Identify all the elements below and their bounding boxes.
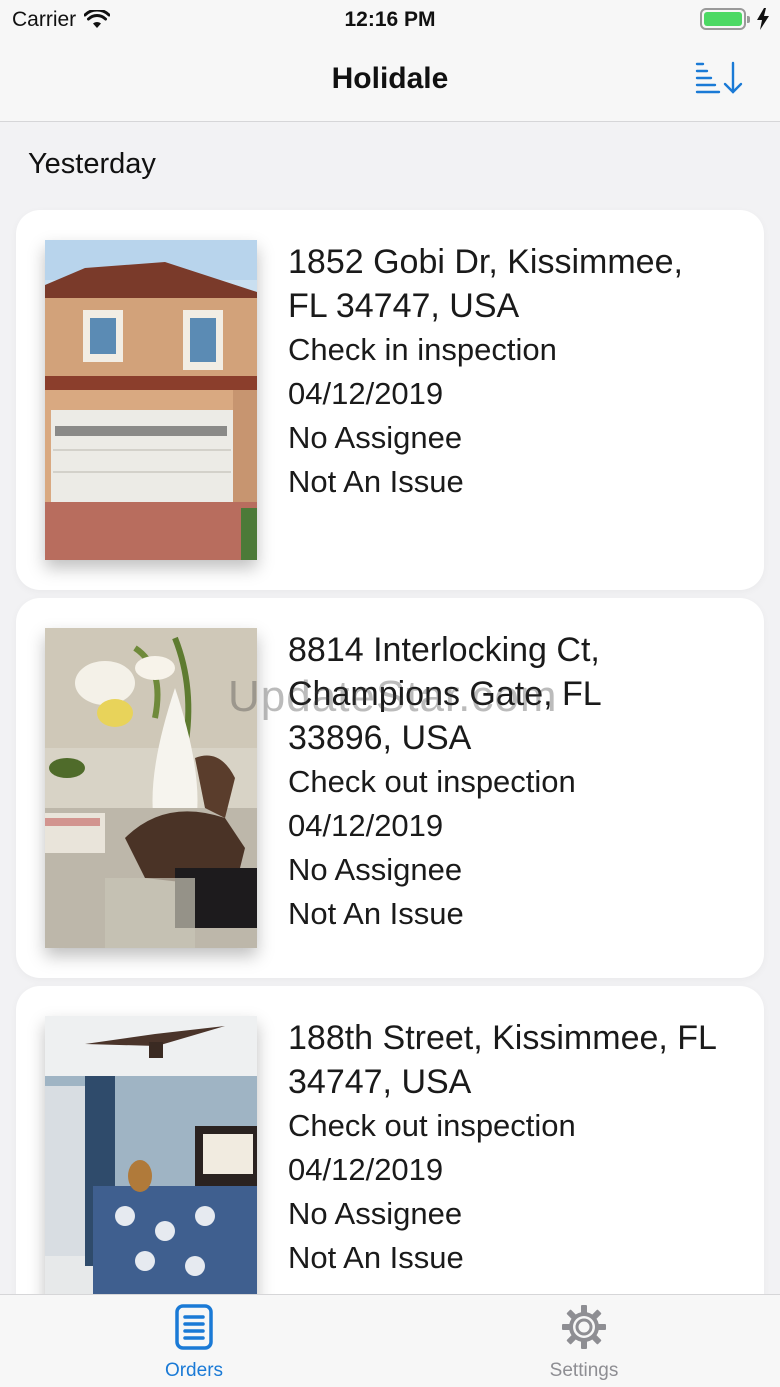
tab-orders-label: Orders — [164, 1360, 224, 1381]
property-photo — [45, 628, 257, 948]
order-date: 04/12/2019 — [288, 1152, 444, 1187]
order-address-line: 33896, USA — [288, 719, 472, 757]
order-details: 1852 Gobi Dr, Kissimmee, FL 34747, USA C… — [288, 240, 748, 504]
order-date: 04/12/2019 — [288, 808, 444, 843]
orders-icon — [175, 1304, 213, 1350]
order-inspection-type: Check out inspection — [288, 1108, 576, 1143]
property-photo — [45, 1016, 257, 1294]
order-card[interactable]: 188th Street, Kissimmee, FL 34747, USA C… — [16, 986, 764, 1294]
tab-settings[interactable]: Settings — [504, 1303, 664, 1382]
tab-bar: Orders Settings — [0, 1294, 780, 1387]
order-assignee: No Assignee — [288, 420, 463, 455]
orders-list[interactable]: Yesterday 1852 Gobi Dr, Kissimmee, FL 34… — [0, 122, 780, 1294]
tab-orders[interactable]: Orders — [114, 1303, 274, 1382]
order-date: 04/12/2019 — [288, 376, 444, 411]
sort-descending-icon — [695, 61, 743, 94]
order-address-line: FL 34747, USA — [288, 287, 520, 325]
order-details: 188th Street, Kissimmee, FL 34747, USA C… — [288, 1016, 748, 1280]
navigation-bar: Holidale — [0, 40, 780, 122]
status-bar: Carrier 12:16 PM — [0, 0, 780, 40]
sort-button[interactable] — [694, 58, 746, 98]
charging-bolt-icon — [757, 8, 769, 30]
tab-settings-label: Settings — [549, 1360, 619, 1381]
order-issue-status: Not An Issue — [288, 464, 464, 499]
status-time: 12:16 PM — [344, 8, 436, 31]
order-assignee: No Assignee — [288, 1196, 463, 1231]
section-header: Yesterday — [28, 148, 156, 180]
order-inspection-type: Check out inspection — [288, 764, 576, 799]
order-details: 8814 Interlocking Ct, Champions Gate, FL… — [288, 628, 748, 936]
battery-icon — [700, 8, 750, 30]
order-card[interactable]: 1852 Gobi Dr, Kissimmee, FL 34747, USA C… — [16, 210, 764, 590]
order-address-line: Champions Gate, FL — [288, 675, 602, 713]
order-inspection-type: Check in inspection — [288, 332, 557, 367]
gear-icon — [562, 1305, 606, 1349]
order-address-line: 8814 Interlocking Ct, — [288, 631, 600, 669]
order-address-line: 188th Street, Kissimmee, FL — [288, 1019, 717, 1057]
order-issue-status: Not An Issue — [288, 1240, 464, 1275]
battery-indicator — [700, 8, 770, 30]
order-address-line: 34747, USA — [288, 1063, 472, 1101]
order-issue-status: Not An Issue — [288, 896, 464, 931]
order-card[interactable]: 8814 Interlocking Ct, Champions Gate, FL… — [16, 598, 764, 978]
order-address-line: 1852 Gobi Dr, Kissimmee, — [288, 243, 683, 281]
order-assignee: No Assignee — [288, 852, 463, 887]
property-photo — [45, 240, 257, 560]
page-title: Holidale — [331, 62, 449, 95]
